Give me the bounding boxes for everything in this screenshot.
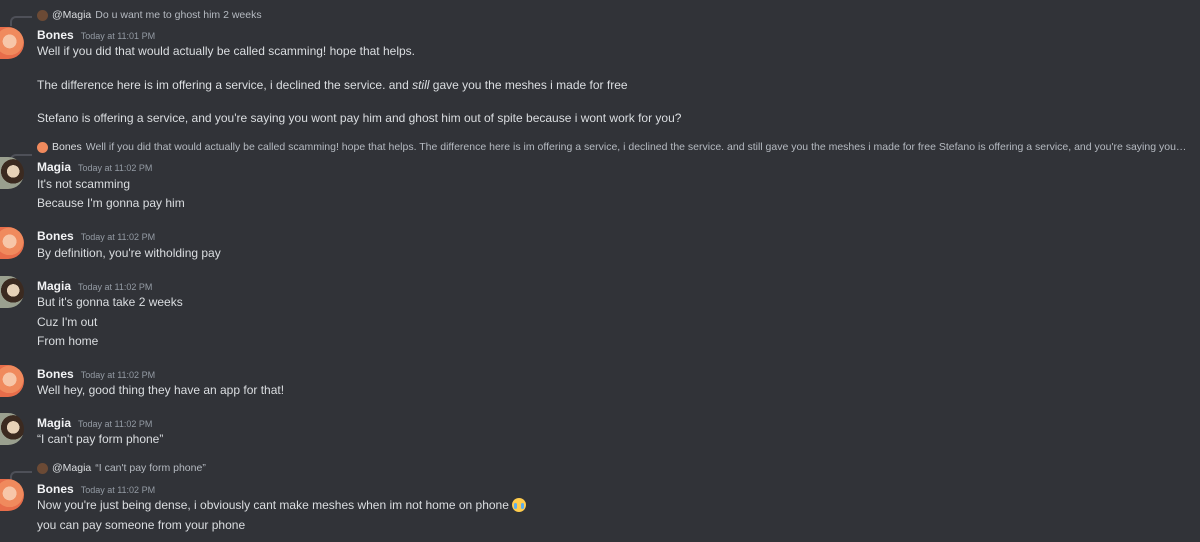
- avatar-icon: [37, 141, 48, 153]
- timestamp: Today at 11:02 PM: [80, 485, 156, 495]
- timestamp: Today at 11:02 PM: [80, 232, 156, 242]
- message-header: Bones Today at 11:01 PM: [37, 28, 155, 42]
- author-name[interactable]: Magia: [37, 160, 71, 174]
- author-name[interactable]: Bones: [37, 28, 74, 42]
- author-name[interactable]: Bones: [37, 229, 74, 243]
- timestamp: Today at 11:02 PM: [78, 163, 153, 173]
- reply-reference[interactable]: @Magia “I can't pay form phone”: [37, 462, 1187, 474]
- author-name[interactable]: Bones: [37, 367, 74, 381]
- message-text: you can pay someone from your phone: [37, 518, 246, 532]
- message-text: By definition, you're witholding pay: [37, 246, 221, 260]
- timestamp: Today at 11:02 PM: [80, 370, 156, 380]
- message-text-segment: Now you're just being dense, i obviously…: [37, 498, 509, 512]
- author-name[interactable]: Magia: [37, 279, 71, 293]
- avatar[interactable]: [0, 479, 24, 511]
- timestamp: Today at 11:02 PM: [78, 419, 153, 429]
- message-text: It's not scamming: [37, 177, 130, 191]
- reply-text[interactable]: Well if you did that would actually be c…: [86, 141, 1187, 153]
- message-header: Bones Today at 11:02 PM: [37, 229, 155, 243]
- author-name[interactable]: Bones: [37, 482, 74, 496]
- reply-reference[interactable]: @Magia Do u want me to ghost him 2 weeks: [37, 9, 1187, 21]
- reply-text[interactable]: “I can't pay form phone”: [95, 462, 206, 474]
- message-text: But it's gonna take 2 weeks: [37, 295, 183, 309]
- loudly-crying-face-icon: [511, 498, 526, 512]
- avatar[interactable]: [0, 27, 24, 59]
- message-text: Well if you did that would actually be c…: [37, 44, 415, 58]
- message-text: Because I'm gonna pay him: [37, 196, 185, 210]
- reply-author[interactable]: @Magia: [52, 462, 91, 474]
- avatar-icon: [37, 9, 48, 21]
- reply-reference[interactable]: Bones Well if you did that would actuall…: [37, 141, 1187, 153]
- message-text: From home: [37, 334, 99, 348]
- message-text: Well hey, good thing they have an app fo…: [37, 383, 285, 397]
- message-header: Magia Today at 11:02 PM: [37, 279, 152, 293]
- reply-author[interactable]: @Magia: [52, 9, 91, 21]
- message-text: The difference here is im offering a ser…: [37, 78, 628, 92]
- message-text: Cuz I'm out: [37, 315, 98, 329]
- message-text: Stefano is offering a service, and you'r…: [37, 111, 682, 125]
- message-header: Bones Today at 11:02 PM: [37, 367, 155, 381]
- avatar[interactable]: [0, 413, 24, 445]
- author-name[interactable]: Magia: [37, 416, 71, 430]
- avatar[interactable]: [0, 276, 24, 308]
- message-text-segment: The difference here is im offering a ser…: [37, 78, 413, 92]
- message-text: “I can't pay form phone”: [37, 432, 164, 446]
- timestamp: Today at 11:01 PM: [80, 31, 156, 41]
- reply-text[interactable]: Do u want me to ghost him 2 weeks: [95, 9, 261, 21]
- message-text-segment: gave you the meshes i made for free: [429, 78, 628, 92]
- reply-author[interactable]: Bones: [52, 141, 82, 153]
- timestamp: Today at 11:02 PM: [78, 282, 153, 292]
- message-header: Magia Today at 11:02 PM: [37, 416, 152, 430]
- avatar[interactable]: [0, 227, 24, 259]
- emphasis-text: still: [412, 78, 430, 92]
- avatar-icon: [37, 462, 48, 474]
- message-header: Magia Today at 11:02 PM: [37, 160, 152, 174]
- reply-spine: [10, 16, 32, 26]
- message-header: Bones Today at 11:02 PM: [37, 482, 155, 496]
- avatar[interactable]: [0, 365, 24, 397]
- message-text: Now you're just being dense, i obviously…: [37, 498, 526, 512]
